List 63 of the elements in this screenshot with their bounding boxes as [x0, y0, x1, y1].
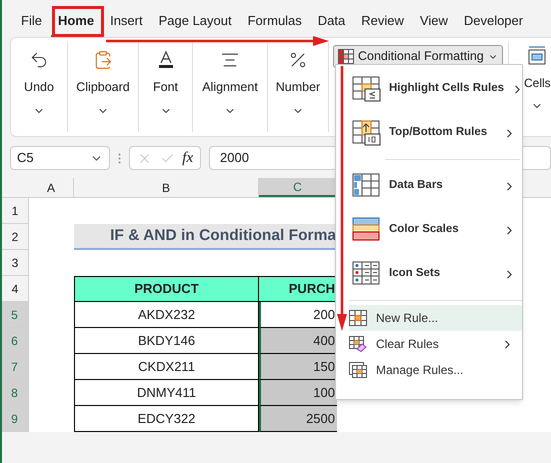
ribbon-tab[interactable]: Data — [310, 8, 352, 37]
table-cell: EDCY322 — [74, 406, 259, 432]
ribbon-group-button[interactable]: Undo — [24, 78, 54, 97]
table-cell: DNMY411 — [74, 380, 259, 406]
row-header[interactable]: 7 — [2, 354, 29, 380]
column-header[interactable]: A — [29, 178, 74, 197]
ribbon-group-button[interactable]: Number — [276, 78, 320, 97]
row-header[interactable]: 3 — [2, 250, 29, 276]
row-header[interactable]: 5 — [2, 302, 29, 328]
menu-item[interactable]: New Rule... — [349, 305, 522, 331]
cells-icon — [527, 46, 548, 66]
data-bars-icon — [352, 172, 382, 200]
top-bottom-rules-icon — [352, 120, 382, 146]
ribbon-group-button[interactable]: Alignment — [202, 78, 258, 97]
menu-item[interactable]: Data Bars — [349, 164, 522, 208]
menu-item[interactable]: Icon Sets — [349, 252, 522, 296]
row-header[interactable]: 1 — [2, 198, 29, 224]
ribbon-tab[interactable]: View — [412, 8, 455, 37]
row-header[interactable]: 8 — [2, 380, 29, 406]
table-cell: BKDY146 — [74, 328, 259, 354]
insert-function-button[interactable]: fx — [182, 146, 194, 170]
row-header[interactable]: 6 — [2, 328, 29, 354]
ribbon-tab[interactable]: Formulas — [240, 8, 309, 37]
row-header[interactable]: 4 — [2, 276, 29, 302]
row-header[interactable]: 9 — [2, 406, 29, 432]
sheet-title: IF & AND in Conditional Forma — [74, 224, 337, 250]
row-header[interactable]: 2 — [2, 224, 29, 250]
table-cell: AKDX232 — [74, 302, 259, 328]
color-scales-icon — [352, 216, 382, 244]
icon-sets-icon — [352, 260, 382, 288]
name-box[interactable]: C5 — [10, 146, 110, 170]
ribbon-tab[interactable]: File — [14, 8, 49, 37]
ribbon-group-button[interactable]: Font — [152, 78, 178, 97]
table-header-cell: PURCH — [259, 276, 337, 302]
menu-item[interactable]: Manage Rules... — [349, 357, 522, 383]
highlight-frame — [52, 6, 104, 37]
undo-icon — [29, 50, 49, 70]
menu-item[interactable]: Top/Bottom Rules — [349, 111, 522, 155]
new-rule-icon — [349, 310, 367, 326]
table-cell: 400 — [259, 328, 337, 354]
table-cell: 150 — [259, 354, 337, 380]
table-cell: 100 — [259, 380, 337, 406]
ribbon-group-label: Cells — [524, 75, 551, 92]
column-header[interactable]: C — [259, 178, 337, 197]
manage-rules-icon — [349, 362, 367, 378]
table-cell: 200 — [259, 302, 337, 328]
cell-reference: C5 — [17, 149, 34, 168]
highlight-rules-icon — [352, 76, 382, 102]
menu-item[interactable]: Highlight Cells Rules — [349, 67, 522, 111]
clipboard-icon — [93, 50, 113, 70]
percent-icon — [288, 50, 308, 70]
menu-item[interactable]: Color Scales — [349, 208, 522, 252]
menu-item[interactable]: Clear Rules — [349, 331, 522, 357]
ribbon-tab[interactable]: Review — [354, 8, 411, 37]
table-cell: 2500 — [259, 406, 337, 432]
ribbon-tab[interactable]: Developer — [456, 8, 530, 37]
clear-rules-icon — [349, 336, 367, 352]
grip-icon — [118, 152, 121, 164]
ribbon-tab[interactable]: Insert — [103, 8, 150, 37]
table-cell: CKDX211 — [74, 354, 259, 380]
table-header-cell: PRODUCT — [74, 276, 259, 302]
ribbon-tab[interactable]: Page Layout — [152, 8, 239, 37]
ribbon-group-button[interactable]: Clipboard — [76, 78, 130, 97]
